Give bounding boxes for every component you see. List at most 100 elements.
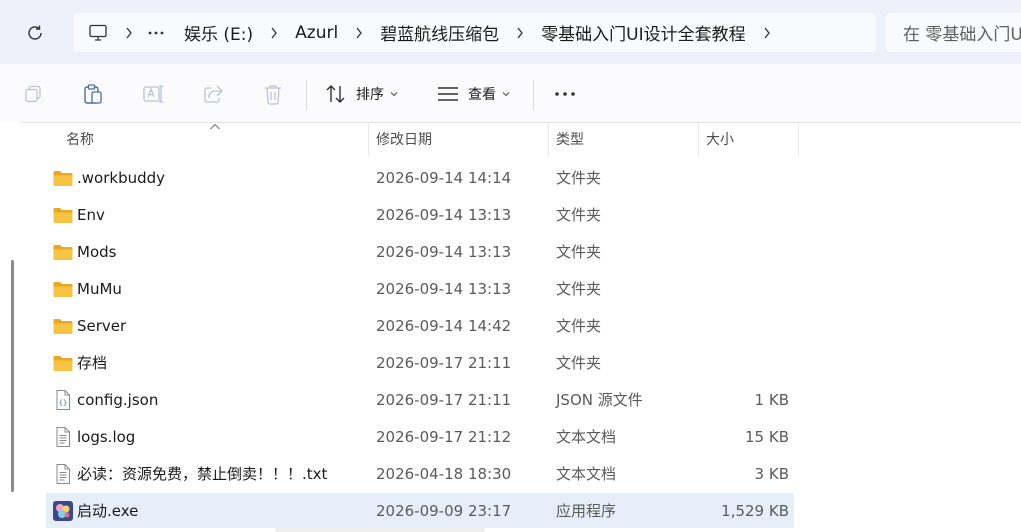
sort-button[interactable]: 排序 <box>325 80 398 108</box>
column-divider[interactable] <box>368 122 369 156</box>
column-date[interactable]: 修改日期 <box>376 122 432 156</box>
vertical-scrollbar[interactable] <box>0 122 20 532</box>
json-file-icon: {} <box>52 389 74 411</box>
search-placeholder: 在 零基础入门UI <box>903 25 1021 45</box>
file-type: 文件夹 <box>556 354 602 372</box>
folder-icon <box>52 241 74 263</box>
column-size[interactable]: 大小 <box>706 122 734 156</box>
file-row[interactable]: 存档 2026-09-17 21:11 文件夹 <box>46 345 794 380</box>
folder-icon <box>52 167 74 189</box>
file-modified-date: 2026-09-14 14:14 <box>376 168 512 187</box>
folder-icon <box>52 278 74 300</box>
file-modified-date: 2026-09-17 21:11 <box>376 390 512 409</box>
file-name: Server <box>77 316 127 335</box>
column-divider[interactable] <box>698 122 699 156</box>
file-name: logs.log <box>77 427 136 446</box>
chevron-down-icon <box>390 91 398 97</box>
svg-text:{}: {} <box>59 399 67 407</box>
refresh-icon <box>28 25 42 40</box>
command-bar: 排序 查看 <box>0 64 1021 123</box>
file-row[interactable]: logs.log 2026-09-17 21:12 文本文档 15 KB <box>46 419 794 454</box>
file-type: 文件夹 <box>556 243 602 261</box>
column-date-label: 修改日期 <box>376 132 432 148</box>
file-type: 文件夹 <box>556 317 602 335</box>
file-row[interactable]: Server 2026-09-14 14:42 文件夹 <box>46 308 794 343</box>
folder-icon <box>52 315 74 337</box>
file-row[interactable]: MuMu 2026-09-14 13:13 文件夹 <box>46 271 794 306</box>
file-modified-date: 2026-04-18 18:30 <box>376 464 512 483</box>
toolbar-divider <box>306 80 307 110</box>
file-modified-date: 2026-09-14 13:13 <box>376 205 512 224</box>
share-button[interactable] <box>201 82 225 106</box>
file-type: 文件夹 <box>556 280 602 298</box>
chevron-right-icon[interactable] <box>125 27 133 39</box>
breadcrumb[interactable]: 娱乐 (E:) Azurl 碧蓝航线压缩包 零基础入门UI设计全套教程 <box>74 13 876 52</box>
file-row[interactable]: Env 2026-09-14 13:13 文件夹 <box>46 197 794 232</box>
breadcrumb-drive[interactable]: 娱乐 (E:) <box>180 20 257 45</box>
breadcrumb-current-folder[interactable]: 零基础入门UI设计全套教程 <box>537 20 749 45</box>
view-list-icon <box>438 87 458 101</box>
rename-button[interactable] <box>141 82 165 106</box>
file-type: 文件夹 <box>556 169 602 187</box>
scrollbar-thumb[interactable] <box>11 260 14 492</box>
column-type[interactable]: 类型 <box>556 122 584 156</box>
file-type: 文件夹 <box>556 206 602 224</box>
chevron-right-icon[interactable] <box>516 27 524 39</box>
file-name: Mods <box>77 242 117 261</box>
rename-icon <box>143 85 163 103</box>
file-row[interactable]: 必读：资源免费，禁止倒卖！！！.txt 2026-04-18 18:30 文本文档 3… <box>46 456 794 491</box>
column-header: 名称 修改日期 类型 大小 <box>24 122 1004 156</box>
this-pc-icon[interactable] <box>88 21 112 45</box>
file-row[interactable]: Mods 2026-09-14 13:13 文件夹 <box>46 234 794 269</box>
folder-icon <box>52 352 74 374</box>
refresh-button[interactable] <box>20 18 50 48</box>
file-name: .workbuddy <box>77 168 166 187</box>
breadcrumb-azurl[interactable]: Azurl <box>291 23 342 43</box>
text-file-icon <box>52 426 74 448</box>
more-options-button[interactable] <box>553 82 577 106</box>
file-row[interactable]: {} config.json 2026-09-17 21:11 JSON 源文件 1 K… <box>46 382 794 417</box>
file-type: 文本文档 <box>556 428 617 446</box>
paste-button[interactable] <box>81 82 105 106</box>
file-size: 3 KB <box>754 464 789 483</box>
search-input[interactable]: 在 零基础入门UI <box>886 13 1021 52</box>
toolbar-divider <box>533 80 534 110</box>
delete-button[interactable] <box>261 82 285 106</box>
sort-ascending-icon <box>210 123 220 130</box>
file-size: 1 KB <box>754 390 789 409</box>
file-modified-date: 2026-09-14 14:42 <box>376 316 512 335</box>
more-icon <box>555 92 575 96</box>
column-divider[interactable] <box>798 122 799 156</box>
more-locations-icon[interactable] <box>148 31 164 35</box>
share-icon <box>204 85 223 103</box>
copy-button[interactable] <box>21 82 45 106</box>
column-size-label: 大小 <box>706 132 734 148</box>
column-divider[interactable] <box>548 122 549 156</box>
column-type-label: 类型 <box>556 132 584 148</box>
chevron-down-icon <box>502 91 510 97</box>
file-name: Env <box>77 205 105 224</box>
file-modified-date: 2026-09-14 13:13 <box>376 242 512 261</box>
column-name[interactable]: 名称 <box>66 122 94 156</box>
horizontal-scroll-hint <box>275 528 485 532</box>
file-size: 15 KB <box>745 427 789 446</box>
file-modified-date: 2026-09-09 23:17 <box>376 501 512 520</box>
file-row[interactable]: .workbuddy 2026-09-14 14:14 文件夹 <box>46 160 794 195</box>
file-modified-date: 2026-09-17 21:11 <box>376 353 512 372</box>
exe-app-icon <box>52 500 74 522</box>
file-type: JSON 源文件 <box>556 391 643 409</box>
sort-label: 排序 <box>356 87 384 103</box>
file-name: MuMu <box>77 279 122 298</box>
file-row[interactable]: 启动.exe 2026-09-09 23:17 应用程序 1,529 KB <box>46 493 794 528</box>
view-label: 查看 <box>468 87 496 103</box>
file-name: 启动.exe <box>77 502 139 520</box>
breadcrumb-archive[interactable]: 碧蓝航线压缩包 <box>376 20 503 45</box>
chevron-right-icon[interactable] <box>763 27 771 39</box>
trash-icon <box>265 85 281 105</box>
copy-icon <box>25 85 41 103</box>
chevron-right-icon[interactable] <box>355 27 363 39</box>
text-file-icon <box>52 463 74 485</box>
file-size: 1,529 KB <box>721 501 789 520</box>
view-button[interactable]: 查看 <box>437 80 510 108</box>
chevron-right-icon[interactable] <box>270 27 278 39</box>
